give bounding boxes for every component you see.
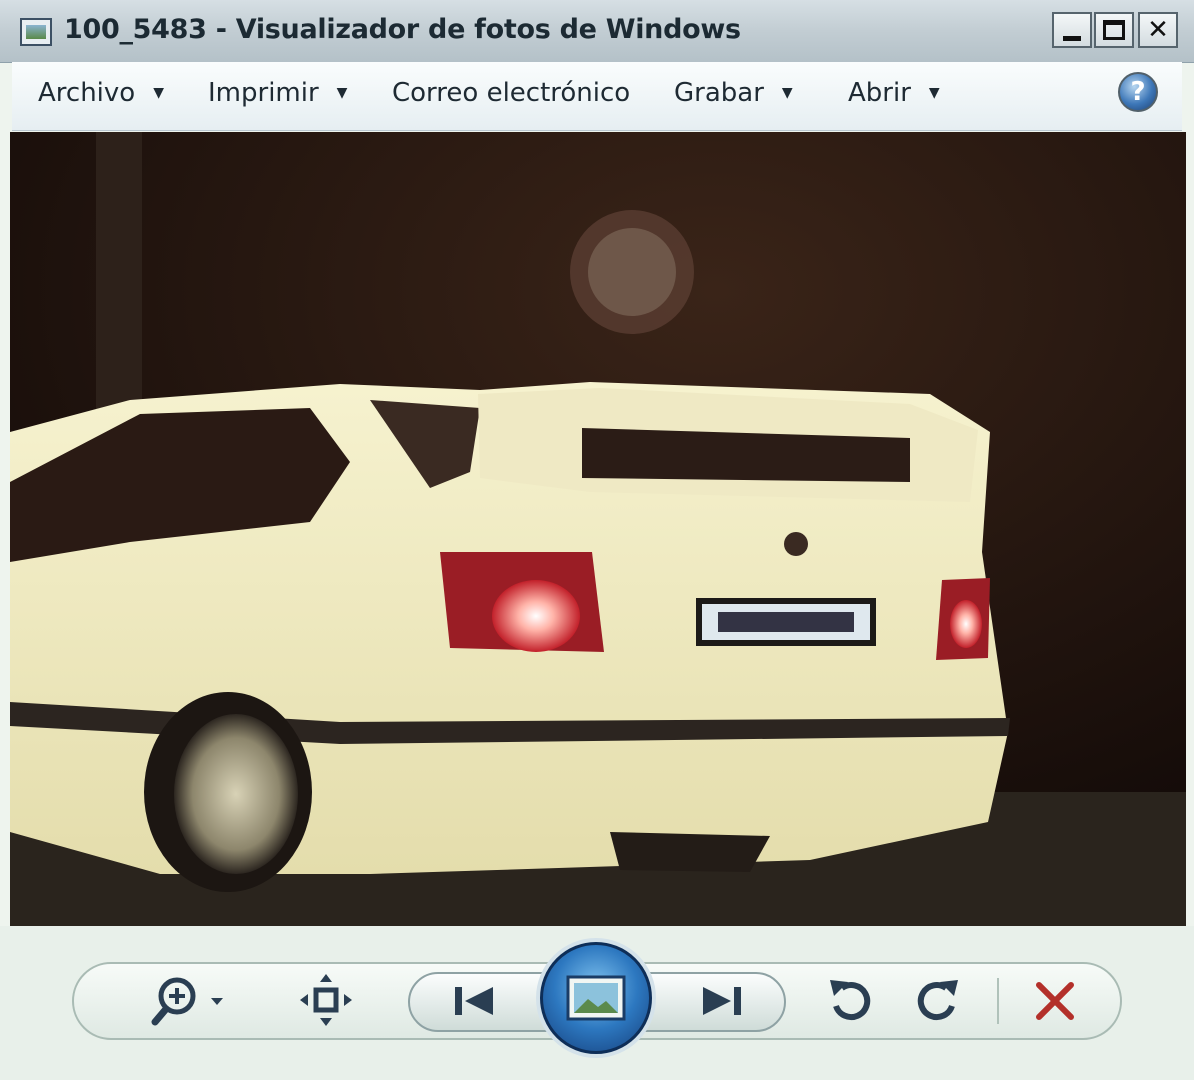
next-icon — [703, 987, 741, 1015]
slideshow-button[interactable] — [540, 942, 652, 1054]
toolbar-separator — [997, 978, 999, 1024]
chevron-down-icon: ▼ — [153, 85, 164, 101]
minimize-icon — [1063, 35, 1081, 41]
menu-archivo-label: Archivo — [38, 78, 136, 108]
zoom-icon — [151, 977, 223, 1026]
actual-size-icon — [300, 974, 352, 1026]
next-button[interactable] — [694, 978, 750, 1024]
menu-bar: Archivo ▼ Imprimir ▼ Correo electrónico Gr… — [12, 62, 1182, 131]
previous-button[interactable] — [446, 978, 502, 1024]
photo-viewer-window: 100_5483 - Visualizador de fotos de Wind… — [0, 0, 1194, 1080]
menu-correo-label: Correo electrónico — [392, 78, 631, 108]
rotate-counterclockwise-button[interactable] — [824, 974, 876, 1026]
menu-grabar-label: Grabar — [674, 78, 764, 108]
title-bar[interactable]: 100_5483 - Visualizador de fotos de Wind… — [0, 0, 1194, 63]
window-title: 100_5483 - Visualizador de fotos de Wind… — [64, 14, 741, 45]
car-photo — [10, 132, 1186, 926]
menu-imprimir[interactable]: Imprimir ▼ — [208, 78, 347, 108]
delete-button[interactable] — [1030, 976, 1080, 1026]
maximize-button[interactable] — [1094, 12, 1134, 48]
slideshow-icon — [566, 975, 626, 1021]
help-icon[interactable]: ? — [1118, 72, 1158, 112]
maximize-icon — [1103, 20, 1125, 40]
rotate-clockwise-icon — [917, 980, 958, 1021]
photo-display[interactable] — [10, 132, 1186, 926]
menu-grabar[interactable]: Grabar ▼ — [674, 78, 793, 108]
rotate-counterclockwise-icon — [830, 980, 871, 1021]
menu-correo-electronico[interactable]: Correo electrónico — [392, 78, 630, 108]
menu-abrir[interactable]: Abrir ▼ — [848, 78, 940, 108]
chevron-down-icon: ▼ — [928, 85, 940, 101]
delete-icon — [1036, 982, 1074, 1020]
zoom-button[interactable] — [146, 972, 236, 1028]
menu-imprimir-label: Imprimir — [208, 78, 319, 108]
close-button[interactable]: ✕ — [1138, 12, 1178, 48]
minimize-button[interactable] — [1052, 12, 1092, 48]
menu-abrir-label: Abrir — [848, 78, 911, 108]
rotate-clockwise-button[interactable] — [912, 974, 964, 1026]
help-glyph: ? — [1130, 77, 1146, 107]
close-icon: ✕ — [1147, 15, 1169, 45]
app-icon — [20, 18, 52, 46]
menu-archivo[interactable]: Archivo ▼ — [38, 78, 164, 108]
previous-icon — [455, 987, 493, 1015]
chevron-down-icon: ▼ — [336, 85, 348, 101]
chevron-down-icon: ▼ — [781, 85, 793, 101]
actual-size-button[interactable] — [296, 972, 356, 1028]
